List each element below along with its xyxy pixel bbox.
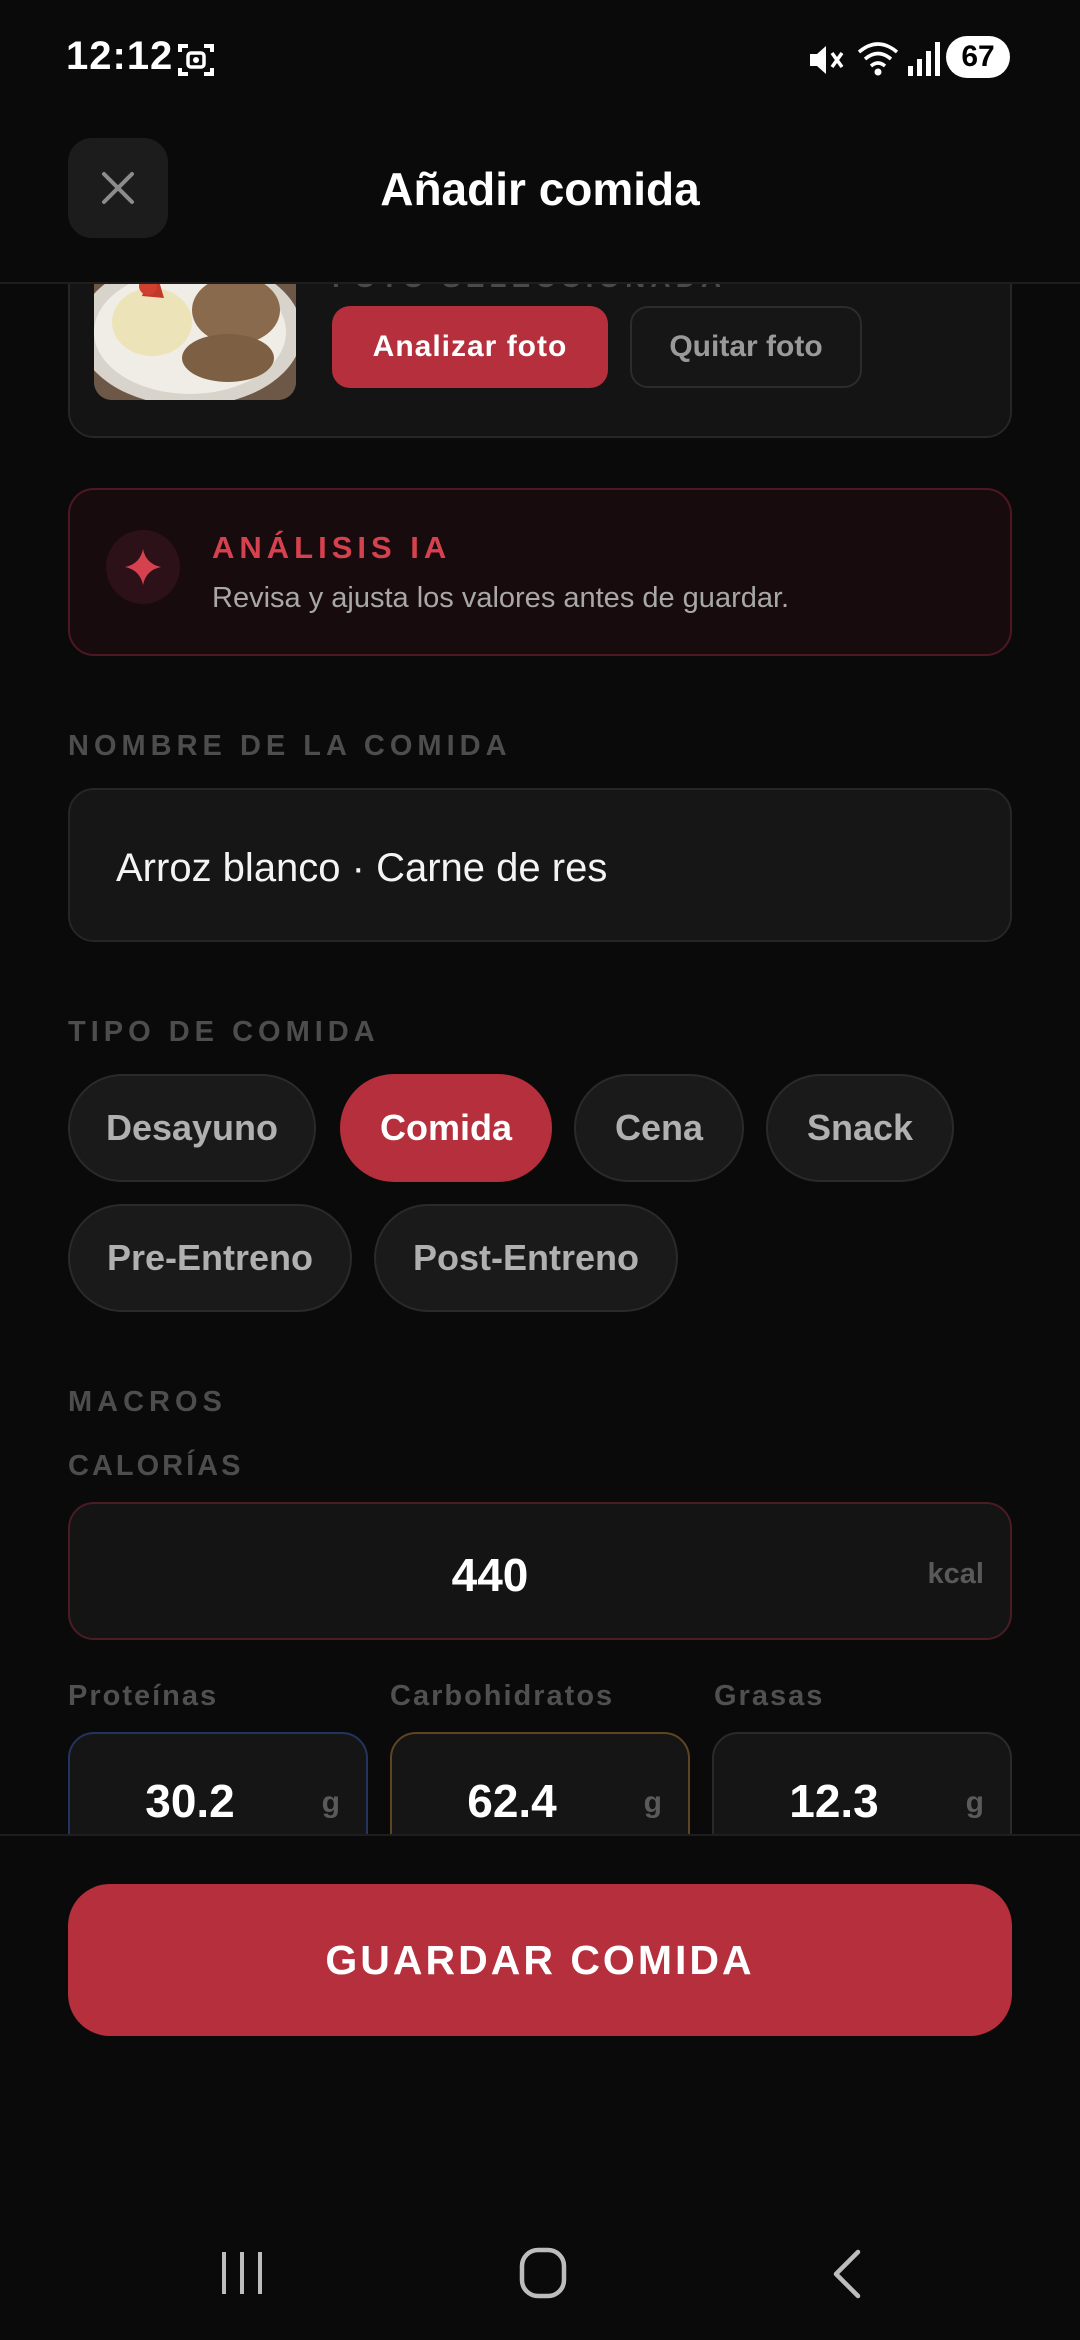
carbs-value: 62.4	[467, 1775, 557, 1827]
home-icon	[519, 2247, 567, 2299]
home-button[interactable]	[518, 2246, 568, 2305]
protein-label: Proteínas	[68, 1680, 219, 1712]
chip-snack[interactable]: Snack	[766, 1074, 954, 1182]
battery-indicator: 67	[946, 36, 1010, 78]
meal-name-label: NOMBRE DE LA COMIDA	[68, 730, 512, 762]
remove-photo-button[interactable]: Quitar foto	[630, 306, 862, 388]
back-button[interactable]	[828, 2248, 864, 2305]
meal-name-input[interactable]: Arroz blanco · Carne de res	[68, 788, 1012, 942]
signal-icon	[908, 42, 940, 81]
sparkle-icon	[106, 530, 180, 604]
recent-apps-button[interactable]	[218, 2248, 266, 2303]
screenshot-icon	[176, 40, 216, 85]
fat-label: Grasas	[714, 1680, 825, 1712]
mute-icon	[806, 40, 846, 85]
status-time: 12:12	[66, 34, 174, 78]
chip-post-entreno[interactable]: Post-Entreno	[374, 1204, 678, 1312]
form-scroll-area[interactable]: FOTO SELECCIONADA Analizar foto Quitar f…	[0, 284, 1080, 1834]
chip-desayuno[interactable]: Desayuno	[68, 1074, 316, 1182]
add-meal-screen: 12:12 67 Añadir comida Analizar foto Qui…	[0, 0, 1080, 2340]
ai-analysis-subtitle: Revisa y ajusta los valores antes de gua…	[212, 582, 790, 614]
photo-caption: FOTO SELECCIONADA	[332, 284, 726, 294]
ai-analysis-title: ANÁLISIS IA	[212, 530, 452, 565]
system-nav-bar	[0, 2206, 1080, 2340]
protein-value: 30.2	[145, 1775, 235, 1827]
protein-input[interactable]: 30.2 g	[68, 1732, 368, 1834]
macros-label: MACROS	[68, 1386, 227, 1418]
calories-input[interactable]: 440 kcal	[68, 1502, 1012, 1640]
header: Añadir comida	[0, 118, 1080, 284]
chip-comida-selected[interactable]: Comida	[340, 1074, 552, 1182]
calories-unit: kcal	[927, 1558, 984, 1590]
status-bar: 12:12 67	[0, 0, 1080, 118]
analyze-photo-button[interactable]: Analizar foto	[332, 306, 608, 388]
page-title: Añadir comida	[380, 163, 700, 215]
photo-card: FOTO SELECCIONADA Analizar foto Quitar f…	[68, 284, 1012, 438]
back-icon	[833, 2249, 861, 2299]
carbs-input[interactable]: 62.4 g	[390, 1732, 690, 1834]
chip-cena[interactable]: Cena	[574, 1074, 744, 1182]
meal-photo	[94, 284, 296, 400]
wifi-icon	[856, 38, 902, 83]
calories-label: CALORÍAS	[68, 1450, 244, 1482]
bottom-action-bar: GUARDAR COMIDA	[0, 1834, 1080, 2206]
fat-unit: g	[965, 1786, 984, 1819]
carbs-unit: g	[643, 1786, 662, 1819]
fat-value: 12.3	[789, 1775, 879, 1827]
calories-value: 440	[451, 1549, 529, 1601]
carbs-label: Carbohidratos	[390, 1680, 615, 1712]
fat-input[interactable]: 12.3 g	[712, 1732, 1012, 1834]
meal-type-label: TIPO DE COMIDA	[68, 1016, 380, 1048]
meal-name-value: Arroz blanco · Carne de res	[116, 846, 608, 890]
chip-pre-entreno[interactable]: Pre-Entreno	[68, 1204, 352, 1312]
ai-analysis-banner: ANÁLISIS IA Revisa y ajusta los valores …	[68, 488, 1012, 656]
recents-icon	[222, 2252, 262, 2294]
protein-unit: g	[321, 1786, 340, 1819]
save-meal-button[interactable]: GUARDAR COMIDA	[68, 1884, 1012, 2036]
